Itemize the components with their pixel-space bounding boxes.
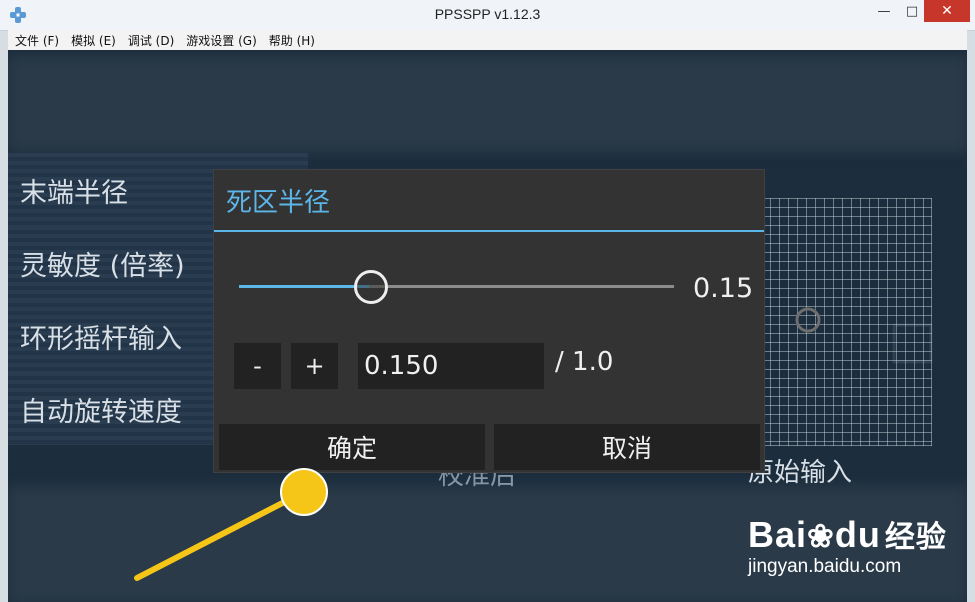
pointer-line xyxy=(134,493,299,581)
pointer-dot xyxy=(280,468,328,516)
watermark-brand: Bai xyxy=(748,514,808,555)
paw-icon: ❀ xyxy=(807,518,835,554)
watermark-suffix: 经验 xyxy=(884,521,947,554)
watermark-url: jingyan.baidu.com xyxy=(748,556,902,577)
baidu-watermark: Bai❀du 经验 xyxy=(748,512,947,556)
watermark-du: du xyxy=(834,514,881,555)
